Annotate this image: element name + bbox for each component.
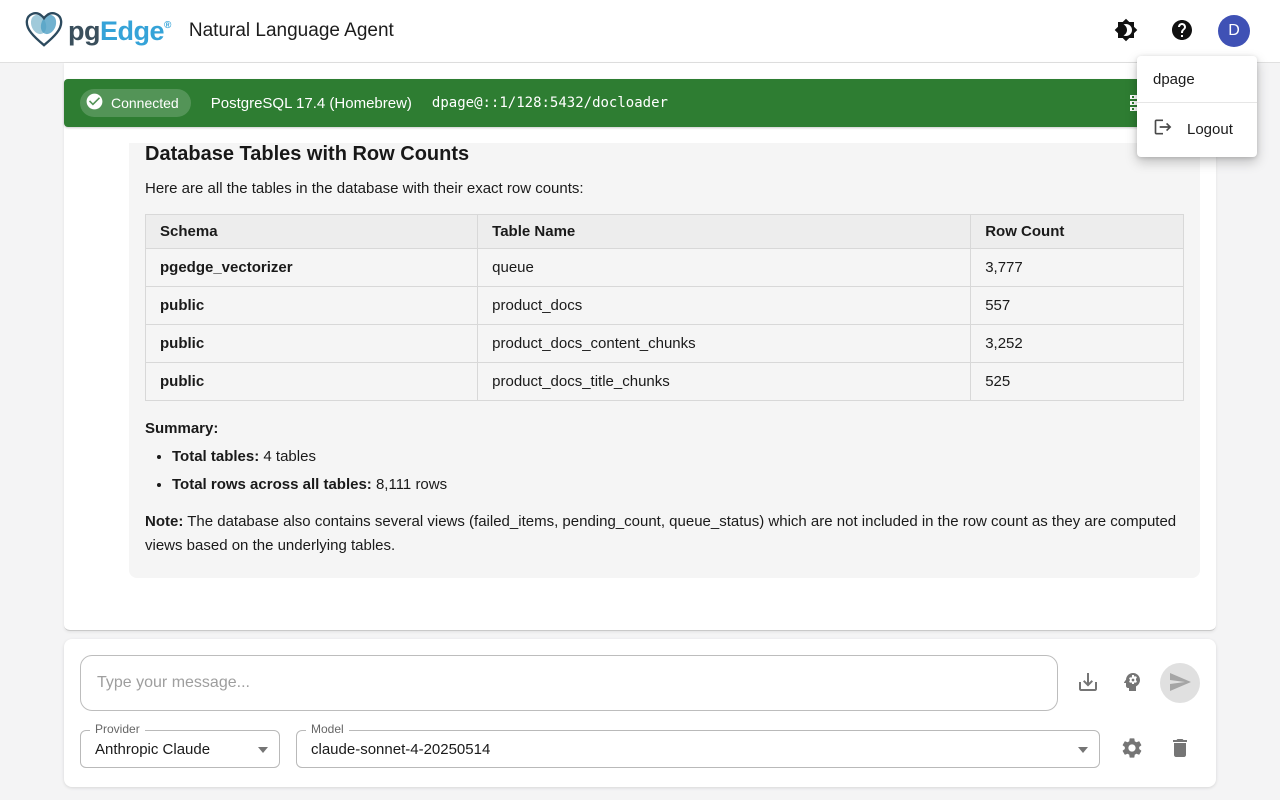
theme-toggle-button[interactable] bbox=[1106, 11, 1146, 51]
schema-cell: pgedge_vectorizer bbox=[146, 249, 478, 287]
pgedge-heart-icon bbox=[24, 11, 64, 52]
message-intro: Here are all the tables in the database … bbox=[145, 180, 1184, 197]
brand-edge: Edge bbox=[100, 16, 164, 47]
connected-badge: Connected bbox=[80, 89, 191, 117]
brand-pg: pg bbox=[68, 16, 100, 47]
provider-select-value: Anthropic Claude bbox=[95, 741, 210, 758]
row-counts-table: Schema Table Name Row Count pgedge_vecto… bbox=[145, 214, 1184, 401]
user-dropdown-menu: dpage Logout bbox=[1137, 56, 1257, 157]
help-button[interactable] bbox=[1162, 11, 1202, 51]
psychology-icon bbox=[1120, 670, 1144, 697]
app-header: pg Edge ® Natural Language Agent D bbox=[0, 0, 1280, 63]
table-name-cell: product_docs_content_chunks bbox=[478, 325, 971, 363]
summary-label: Summary: bbox=[145, 420, 1184, 437]
message-heading: Database Tables with Row Counts bbox=[145, 143, 1184, 166]
main-content: Connected PostgreSQL 17.4 (Homebrew) dpa… bbox=[64, 63, 1216, 787]
table-row: pgedge_vectorizer queue 3,777 bbox=[146, 249, 1184, 287]
pgedge-wordmark: pg Edge ® bbox=[68, 16, 171, 47]
table-row: public product_docs_title_chunks 525 bbox=[146, 363, 1184, 401]
check-circle-icon bbox=[85, 92, 104, 114]
chevron-down-icon bbox=[258, 747, 268, 753]
connection-status-bar: Connected PostgreSQL 17.4 (Homebrew) dpa… bbox=[64, 79, 1216, 127]
list-item: Total tables: 4 tables bbox=[172, 448, 1184, 465]
table-row: public product_docs_content_chunks 3,252 bbox=[146, 325, 1184, 363]
model-select-value: claude-sonnet-4-20250514 bbox=[311, 741, 490, 758]
note-label: Note: bbox=[145, 513, 183, 530]
page-title: Natural Language Agent bbox=[189, 20, 394, 42]
summary-list: Total tables: 4 tables Total rows across… bbox=[145, 448, 1184, 493]
download-chat-button[interactable] bbox=[1068, 663, 1108, 703]
settings-button[interactable] bbox=[1112, 729, 1152, 769]
composer-card: Provider Anthropic Claude Model claude-s… bbox=[64, 639, 1216, 787]
brand-registered-mark: ® bbox=[164, 20, 171, 31]
column-header-row-count: Row Count bbox=[971, 215, 1184, 249]
logout-icon bbox=[1153, 117, 1173, 141]
chevron-down-icon bbox=[1078, 747, 1088, 753]
user-avatar[interactable]: D bbox=[1218, 15, 1250, 47]
ai-thinking-button[interactable] bbox=[1112, 663, 1152, 703]
model-select[interactable]: Model claude-sonnet-4-20250514 bbox=[296, 730, 1100, 768]
column-header-schema: Schema bbox=[146, 215, 478, 249]
menu-divider bbox=[1137, 102, 1257, 103]
bullet-label: Total rows across all tables: bbox=[172, 476, 372, 493]
row-count-cell: 3,252 bbox=[971, 325, 1184, 363]
row-count-cell: 3,777 bbox=[971, 249, 1184, 287]
composer-settings-row: Provider Anthropic Claude Model claude-s… bbox=[80, 729, 1200, 769]
table-name-cell: product_docs_title_chunks bbox=[478, 363, 971, 401]
pgedge-logo: pg Edge ® bbox=[24, 11, 171, 52]
schema-cell: public bbox=[146, 363, 478, 401]
chat-scroll-area[interactable]: Database Tables with Row Counts Here are… bbox=[64, 143, 1216, 629]
message-input[interactable] bbox=[80, 655, 1058, 711]
composer-input-row bbox=[80, 655, 1200, 711]
table-name-cell: queue bbox=[478, 249, 971, 287]
note-text: The database also contains several views… bbox=[145, 513, 1176, 554]
bullet-value: 4 tables bbox=[259, 448, 316, 465]
send-button[interactable] bbox=[1160, 663, 1200, 703]
schema-cell: public bbox=[146, 287, 478, 325]
bullet-label: Total tables: bbox=[172, 448, 259, 465]
table-name-cell: product_docs bbox=[478, 287, 971, 325]
bullet-value: 8,111 rows bbox=[372, 476, 447, 493]
connected-label: Connected bbox=[111, 95, 179, 111]
download-icon bbox=[1076, 670, 1100, 697]
trash-icon bbox=[1168, 736, 1192, 763]
logout-label: Logout bbox=[1187, 121, 1233, 138]
chat-panel: Connected PostgreSQL 17.4 (Homebrew) dpa… bbox=[64, 63, 1216, 631]
row-count-cell: 525 bbox=[971, 363, 1184, 401]
server-version: PostgreSQL 17.4 (Homebrew) bbox=[211, 95, 412, 112]
row-count-cell: 557 bbox=[971, 287, 1184, 325]
table-header-row: Schema Table Name Row Count bbox=[146, 215, 1184, 249]
schema-cell: public bbox=[146, 325, 478, 363]
help-icon bbox=[1170, 18, 1194, 45]
dark-mode-icon bbox=[1114, 18, 1138, 45]
provider-select[interactable]: Provider Anthropic Claude bbox=[80, 730, 280, 768]
model-select-label: Model bbox=[306, 722, 349, 736]
table-row: public product_docs 557 bbox=[146, 287, 1184, 325]
menu-item-username: dpage bbox=[1137, 64, 1257, 95]
assistant-message: Database Tables with Row Counts Here are… bbox=[129, 143, 1200, 578]
column-header-table-name: Table Name bbox=[478, 215, 971, 249]
list-item: Total rows across all tables: 8,111 rows bbox=[172, 476, 1184, 493]
provider-select-label: Provider bbox=[90, 722, 145, 736]
menu-item-logout[interactable]: Logout bbox=[1137, 109, 1257, 149]
clear-chat-button[interactable] bbox=[1160, 729, 1200, 769]
gear-icon bbox=[1120, 736, 1144, 763]
message-note: Note: The database also contains several… bbox=[145, 510, 1184, 558]
header-actions: D bbox=[1106, 11, 1256, 51]
send-icon bbox=[1168, 670, 1192, 697]
connection-string: dpage@::1/128:5432/docloader bbox=[432, 95, 668, 111]
